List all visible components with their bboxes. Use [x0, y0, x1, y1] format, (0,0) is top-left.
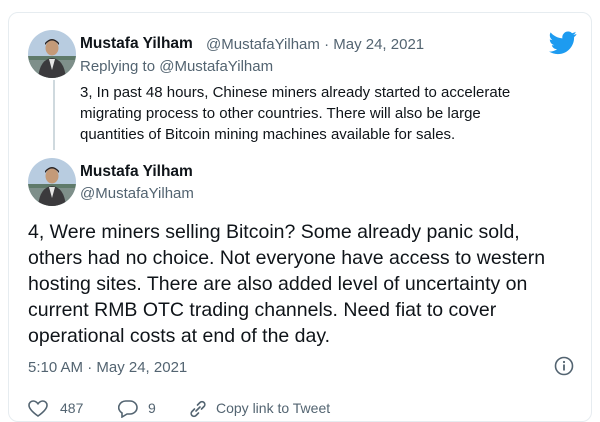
like-count[interactable]: 487	[60, 400, 83, 416]
copy-link-button[interactable]: Copy link to Tweet	[216, 400, 330, 416]
separator-dot: ·	[324, 36, 330, 53]
speech-bubble-icon[interactable]	[118, 400, 138, 418]
avatar[interactable]	[28, 30, 76, 78]
tweet-date[interactable]: May 24, 2021	[333, 36, 424, 53]
replying-to-label: Replying to	[80, 58, 156, 75]
avatar-photo	[28, 30, 76, 78]
info-icon[interactable]	[554, 356, 574, 376]
action-bar: 487 9 Copy link to Tweet	[20, 398, 580, 418]
replying-to-handle[interactable]: @MustafaYilham	[159, 58, 273, 75]
replying-to: Replying to @MustafaYilham	[80, 58, 273, 75]
author-handle[interactable]: @MustafaYilham	[206, 36, 320, 53]
heart-icon[interactable]	[28, 400, 48, 418]
link-icon[interactable]	[188, 400, 208, 418]
avatar-photo	[28, 158, 76, 206]
tweet-meta: @MustafaYilham · May 24, 2021	[206, 36, 424, 53]
thread-line	[53, 80, 55, 150]
main-tweet-text: 4, Were miners selling Bitcoin? Some alr…	[28, 221, 546, 347]
avatar[interactable]	[28, 158, 76, 206]
reply-count[interactable]: 9	[148, 400, 156, 416]
twitter-bird-icon[interactable]	[549, 31, 577, 55]
author-name[interactable]: Mustafa Yilham	[80, 35, 193, 53]
tweet-text: 3, In past 48 hours, Chinese miners alre…	[80, 84, 511, 143]
author-name[interactable]: Mustafa Yilham	[80, 163, 193, 181]
author-handle[interactable]: @MustafaYilham	[80, 185, 194, 202]
tweet-timestamp[interactable]: 5:10 AM · May 24, 2021	[28, 359, 187, 376]
